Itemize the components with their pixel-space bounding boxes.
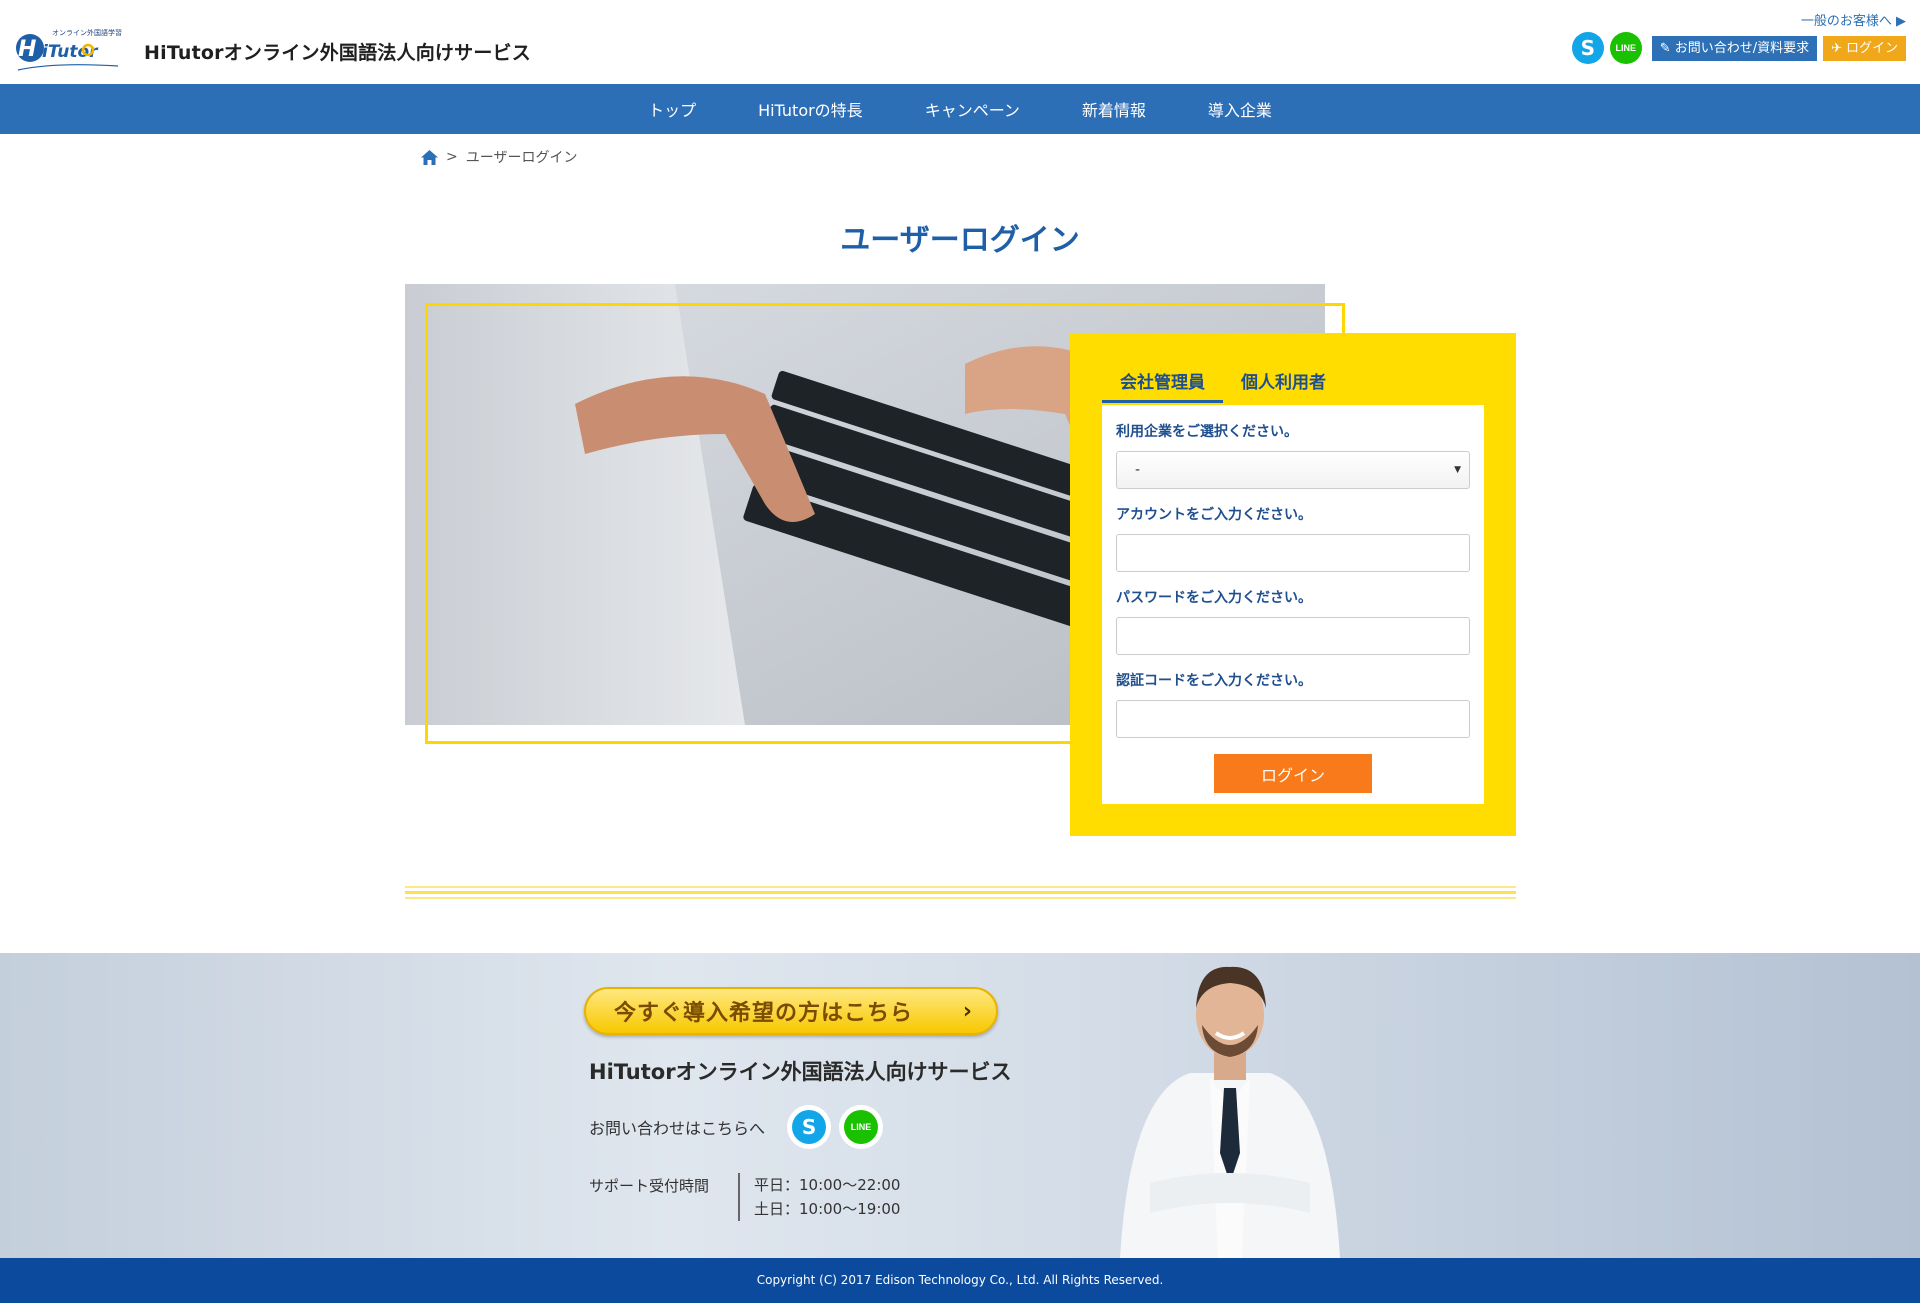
verification-code-input[interactable] <box>1116 700 1470 738</box>
nav-item-top[interactable]: トップ <box>617 97 727 121</box>
password-label: パスワードをご入力ください。 <box>1116 590 1312 606</box>
copyright: Copyright (C) 2017 Edison Technology Co.… <box>0 1258 1920 1303</box>
hitutor-logo[interactable]: オンライン外国語学習 H iTutor <box>14 26 126 78</box>
pencil-icon: ✎ <box>1659 40 1671 56</box>
page-title-text: ユーザーログイン <box>840 223 1080 258</box>
hours-weekday: 平日：10:00〜22:00 <box>754 1176 901 1194</box>
nav-item-news[interactable]: 新着情報 <box>1051 97 1177 121</box>
code-label: 認証コードをご入力ください。 <box>1116 673 1312 689</box>
header-login-label: ログイン <box>1845 40 1898 56</box>
skype-icon[interactable]: S <box>1571 32 1604 64</box>
page-title: ユーザーログイン <box>830 215 1090 259</box>
hours-weekend: 土日：10:00〜19:00 <box>754 1200 901 1218</box>
contact-request-label: お問い合わせ/資料要求 <box>1674 40 1810 56</box>
header-login-button[interactable]: ✈ ログイン <box>1823 35 1906 61</box>
cta-apply-button[interactable]: 今すぐ導入希望の方はこちら › <box>584 987 998 1035</box>
company-label: 利用企業をご選択ください。 <box>1116 424 1298 440</box>
cta-label: 今すぐ導入希望の方はこちら <box>614 1001 914 1026</box>
footer-line-icon[interactable]: LINE <box>839 1105 884 1149</box>
contact-text: お問い合わせはこちらへ <box>589 1119 766 1138</box>
login-form: 利用企業をご選択ください。 - ▼ アカウントをご入力ください。 パスワードをご… <box>1102 405 1484 804</box>
home-icon[interactable] <box>421 149 438 165</box>
breadcrumb-separator: > <box>446 149 458 165</box>
banner-title: HiTutorオンライン外国語法人向けサービス <box>589 1060 1012 1084</box>
breadcrumb: > ユーザーログイン <box>421 147 577 167</box>
chevron-right-icon: › <box>962 999 972 1024</box>
dropdown-arrow-icon: ▼ <box>1454 465 1461 475</box>
nav-item-features[interactable]: HiTutorの特長 <box>727 97 894 121</box>
footer-skype-icon[interactable]: S <box>787 1105 832 1149</box>
svg-text:H: H <box>18 37 36 62</box>
account-input[interactable] <box>1116 534 1470 572</box>
support-hours-list: 平日：10:00〜22:00 土日：10:00〜19:00 <box>738 1173 900 1221</box>
contact-request-button[interactable]: ✎ お問い合わせ/資料要求 <box>1651 35 1818 61</box>
company-select[interactable]: - ▼ <box>1116 451 1470 489</box>
account-label: アカウントをご入力ください。 <box>1116 507 1312 523</box>
line-icon[interactable]: LINE <box>1609 32 1642 64</box>
support-hours: サポート受付時間 平日：10:00〜22:00 土日：10:00〜19:00 <box>589 1173 900 1221</box>
login-tabs: 会社管理員 個人利用者 <box>1102 363 1344 403</box>
general-customer-link[interactable]: 一般のお客様へ ▶ <box>1801 10 1906 29</box>
contact-row: お問い合わせはこちらへ S LINE <box>589 1105 891 1149</box>
password-input[interactable] <box>1116 617 1470 655</box>
login-submit-button[interactable]: ログイン <box>1214 754 1372 793</box>
site-header: オンライン外国語学習 H iTutor HiTutorオンライン外国語法人向けサ… <box>0 0 1920 84</box>
company-select-value: - <box>1135 462 1141 478</box>
login-card: 会社管理員 個人利用者 利用企業をご選択ください。 - ▼ アカウントをご入力く… <box>1070 333 1516 836</box>
plane-icon: ✈ <box>1831 40 1842 56</box>
main-nav: トップ HiTutorの特長 キャンペーン 新着情報 導入企業 <box>0 84 1920 134</box>
footer-banner: 今すぐ導入希望の方はこちら › HiTutorオンライン外国語法人向けサービス … <box>0 953 1920 1258</box>
header-actions: S LINE ✎ お問い合わせ/資料要求 ✈ ログイン <box>1571 32 1906 64</box>
breadcrumb-current: ユーザーログイン <box>465 150 578 166</box>
nav-item-companies[interactable]: 導入企業 <box>1177 97 1303 121</box>
support-label: サポート受付時間 <box>589 1177 710 1195</box>
tab-individual-user[interactable]: 個人利用者 <box>1223 363 1344 403</box>
section-divider <box>405 886 1516 902</box>
site-title: HiTutorオンライン外国語法人向けサービス <box>144 42 531 64</box>
businessman-image <box>1110 953 1350 1258</box>
nav-item-campaign[interactable]: キャンペーン <box>894 97 1051 121</box>
svg-text:オンライン外国語学習: オンライン外国語学習 <box>52 28 122 37</box>
tab-company-admin[interactable]: 会社管理員 <box>1102 363 1223 403</box>
page-title-wrap: ユーザーログイン <box>0 215 1920 259</box>
